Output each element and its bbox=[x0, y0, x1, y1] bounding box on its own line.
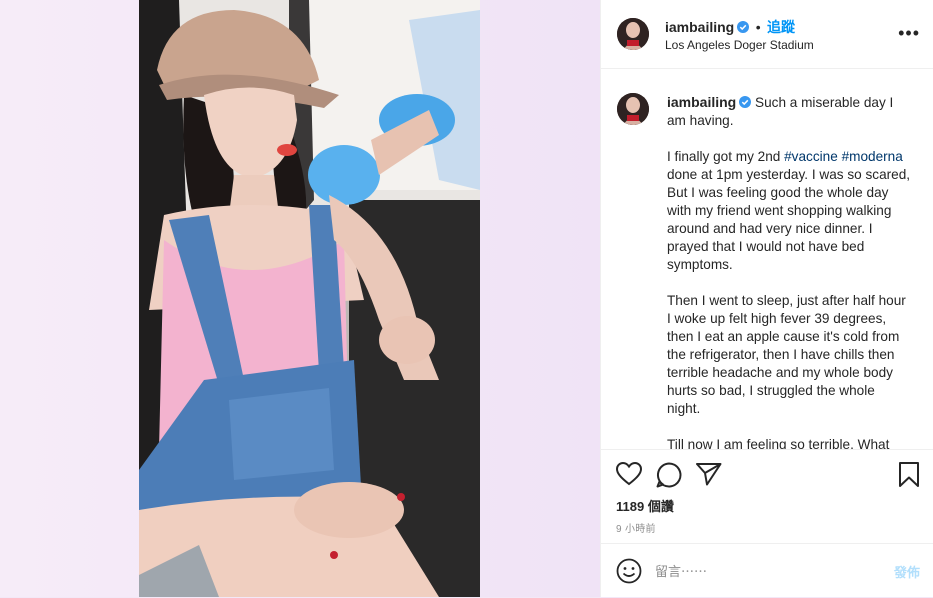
paper-plane-icon[interactable] bbox=[696, 462, 722, 491]
speech-bubble-icon[interactable] bbox=[656, 462, 682, 493]
caption-p2-after: done at 1pm yesterday. I was so scared, … bbox=[667, 167, 911, 272]
caption-paragraph-4: Till now I am feeling so terrible. What bbox=[667, 437, 890, 449]
post-details-panel: iambailing • 追蹤 Los Angeles Doger Stadiu… bbox=[600, 0, 933, 597]
follow-button[interactable]: 追蹤 bbox=[767, 19, 795, 35]
verified-badge-icon bbox=[737, 20, 750, 33]
action-bar: 1189 個讚 9 小時前 bbox=[601, 449, 933, 544]
hashtag-vaccine[interactable]: #vaccine bbox=[784, 149, 838, 164]
heart-icon[interactable] bbox=[615, 461, 643, 491]
caption-paragraph-3: Then I went to sleep, just after half ho… bbox=[667, 293, 906, 416]
caption-avatar-image bbox=[617, 93, 649, 125]
comment-bar: 發佈 bbox=[601, 543, 933, 598]
post-header: iambailing • 追蹤 Los Angeles Doger Stadiu… bbox=[601, 0, 933, 69]
like-count[interactable]: 1189 個讚 bbox=[616, 496, 674, 515]
post-comment-button[interactable]: 發佈 bbox=[894, 562, 920, 581]
media-panel bbox=[0, 0, 600, 597]
header-title-row: iambailing • 追蹤 bbox=[665, 17, 795, 37]
verified-badge-icon bbox=[739, 95, 752, 108]
more-options-button[interactable]: ••• bbox=[898, 24, 920, 42]
bookmark-icon[interactable] bbox=[898, 462, 920, 493]
header-location[interactable]: Los Angeles Doger Stadium bbox=[665, 38, 814, 52]
avatar[interactable] bbox=[617, 18, 649, 50]
caption-p2-before: I finally got my 2nd bbox=[667, 149, 785, 164]
hashtag-moderna[interactable]: #moderna bbox=[842, 149, 903, 164]
post-timestamp[interactable]: 9 小時前 bbox=[616, 520, 656, 535]
caption-intro-paragraph: iambailing Such a miserable day I am hav… bbox=[667, 93, 911, 130]
post-photo-illustration bbox=[139, 0, 480, 597]
caption-paragraph-2: I finally got my 2nd #vaccine #moderna d… bbox=[667, 148, 911, 274]
header-separator: • bbox=[755, 19, 761, 35]
caption-username[interactable]: iambailing bbox=[667, 94, 736, 110]
smiley-icon[interactable] bbox=[616, 558, 642, 589]
caption-text: iambailing Such a miserable day I am hav… bbox=[667, 93, 911, 449]
avatar-image bbox=[617, 18, 649, 50]
post-photo[interactable] bbox=[139, 0, 480, 597]
header-username[interactable]: iambailing bbox=[665, 19, 734, 35]
caption-avatar[interactable] bbox=[617, 93, 649, 125]
caption-area: iambailing Such a miserable day I am hav… bbox=[601, 69, 933, 449]
comment-input[interactable] bbox=[655, 561, 875, 581]
